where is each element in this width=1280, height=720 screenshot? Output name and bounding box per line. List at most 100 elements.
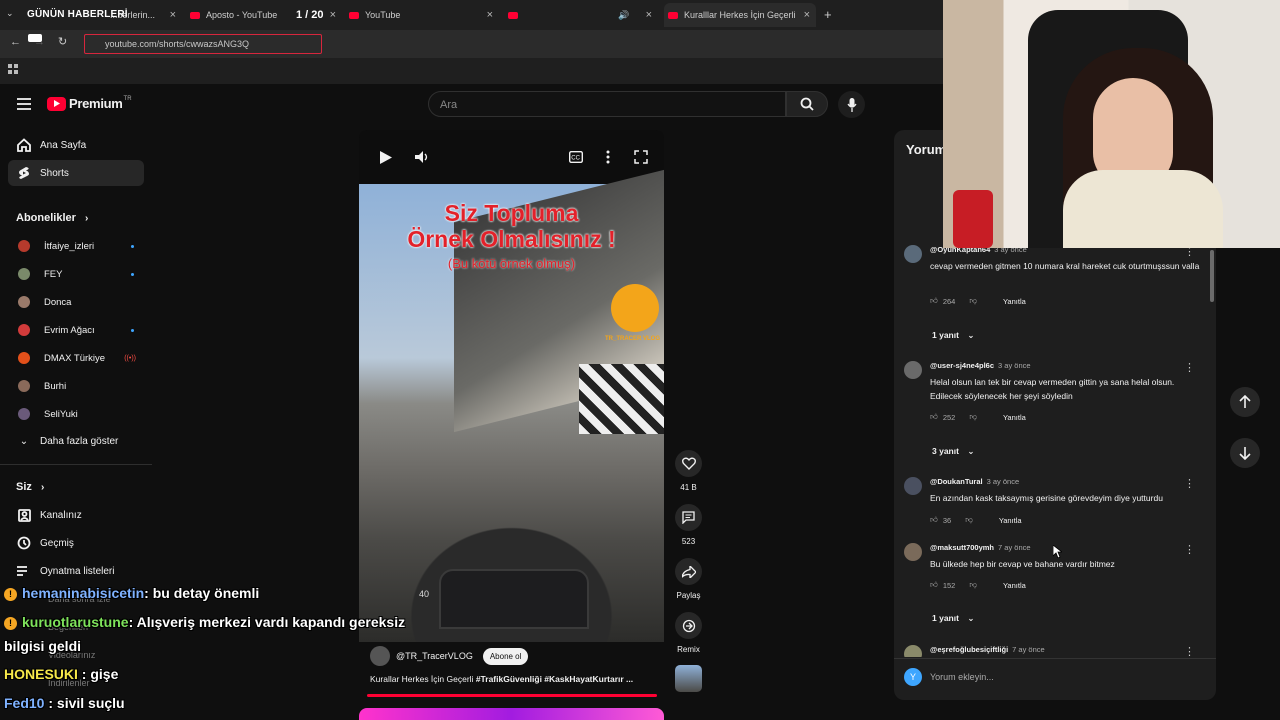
sidebar-item-your-channel[interactable]: Kanalınız bbox=[8, 502, 144, 528]
comments-title: Yorum bbox=[906, 142, 947, 157]
url-field[interactable]: youtube.com/shorts/cwwazsANG3Q bbox=[84, 34, 322, 54]
video-hashtags[interactable]: #TrafikGüvenliği #KaskHayatKurtarır ... bbox=[476, 674, 633, 684]
more-vert-icon[interactable]: ⋮ bbox=[1184, 477, 1195, 490]
search-button[interactable] bbox=[786, 91, 828, 117]
reply-button[interactable]: Yanıtla bbox=[1003, 297, 1026, 306]
close-icon[interactable]: × bbox=[487, 9, 493, 21]
more-vert-icon[interactable]: ⋮ bbox=[1184, 361, 1195, 374]
replies-toggle[interactable]: 1 yanıt ⌄ bbox=[932, 330, 974, 341]
thumb-up-icon[interactable]: 👍︎ bbox=[930, 296, 938, 306]
comment-author[interactable]: @DoukanTural 3 ay önce bbox=[930, 477, 1019, 486]
shorts-player[interactable]: CC 40 Siz Topluma Örnek Olmalısınız ! (B… bbox=[359, 130, 664, 642]
motorcycle-logo-icon bbox=[611, 284, 659, 332]
comment-author[interactable]: @eşrefoğlubesiçiftliği 7 ay önce bbox=[930, 645, 1045, 654]
comment-input[interactable]: Yorum ekleyin... bbox=[930, 672, 994, 682]
share-button[interactable] bbox=[675, 558, 702, 585]
comments-scrollbar[interactable] bbox=[1210, 250, 1214, 302]
video-progress-bar[interactable] bbox=[367, 694, 657, 697]
voice-search-button[interactable] bbox=[838, 91, 865, 118]
reply-button[interactable]: Yanıtla bbox=[1003, 413, 1026, 422]
youtube-favicon-icon bbox=[190, 11, 200, 19]
avatar[interactable] bbox=[904, 361, 922, 379]
close-icon[interactable]: × bbox=[170, 9, 176, 21]
apps-grid-icon[interactable] bbox=[8, 64, 18, 74]
sidebar-item-home[interactable]: Ana Sayfa bbox=[8, 132, 144, 158]
close-icon[interactable]: × bbox=[804, 9, 810, 21]
browser-tab-active[interactable]: Kuralllar Herkes İçin Geçerli #Tr... × bbox=[664, 3, 816, 27]
subscribe-button[interactable]: Abone ol bbox=[482, 647, 529, 665]
play-icon[interactable] bbox=[380, 151, 392, 164]
sound-thumbnail[interactable] bbox=[675, 665, 702, 692]
previous-short-button[interactable] bbox=[1230, 387, 1260, 417]
chevron-right-icon: › bbox=[84, 213, 89, 224]
avatar[interactable] bbox=[904, 245, 922, 263]
subscription-item[interactable]: SeliYuki bbox=[8, 401, 144, 427]
tab-list-chevron-icon[interactable]: ⌄ bbox=[6, 8, 14, 19]
you-heading[interactable]: Siz › bbox=[16, 481, 44, 493]
thumb-down-icon[interactable]: 👎︎ bbox=[969, 296, 977, 306]
avatar[interactable] bbox=[370, 646, 390, 666]
comment-author[interactable]: @user-sj4ne4pl6c 3 ay önce bbox=[930, 361, 1031, 370]
more-vert-icon[interactable]: ⋮ bbox=[1184, 645, 1195, 657]
thumb-up-icon[interactable]: 👍︎ bbox=[930, 580, 938, 590]
comment-time: 3 ay önce bbox=[998, 361, 1031, 370]
comments-button[interactable] bbox=[675, 504, 702, 531]
menu-icon[interactable] bbox=[17, 97, 31, 110]
logo-label: Premium bbox=[69, 96, 123, 111]
subscription-item[interactable]: FEY bbox=[8, 261, 144, 287]
reload-icon[interactable]: ↻ bbox=[58, 35, 67, 48]
video-title[interactable]: Kurallar Herkes İçin Geçerli #TrafikGüve… bbox=[370, 674, 655, 684]
subscription-label: İtfaiye_izleri bbox=[44, 240, 95, 252]
sidebar-item-history[interactable]: Geçmiş bbox=[8, 530, 144, 556]
thumb-up-icon[interactable]: 👍︎ bbox=[930, 515, 938, 525]
replies-toggle[interactable]: 1 yanıt ⌄ bbox=[932, 613, 974, 624]
youtube-premium-logo[interactable]: Premium TR bbox=[47, 96, 132, 111]
channel-name[interactable]: @TR_TracerVLOG bbox=[396, 651, 473, 661]
overlay-title-line1: Siz Topluma bbox=[444, 200, 579, 226]
like-count: 252 bbox=[942, 412, 956, 422]
new-tab-icon[interactable]: + bbox=[824, 7, 832, 22]
comment-text: Bu ülkede hep bir cevap ve bahane vardır… bbox=[930, 559, 1115, 569]
browser-tab[interactable]: 🔊 × bbox=[508, 4, 652, 26]
subscriptions-heading[interactable]: Abonelikler › bbox=[16, 212, 88, 224]
next-short-preview[interactable] bbox=[359, 708, 664, 720]
captions-icon[interactable]: CC bbox=[569, 151, 583, 163]
subscription-item[interactable]: Burhi bbox=[8, 373, 144, 399]
thumb-down-icon[interactable]: 👎︎ bbox=[969, 412, 977, 422]
chevron-down-icon: ⌄ bbox=[967, 330, 975, 340]
remix-button[interactable] bbox=[675, 612, 702, 639]
sidebar-item-shorts[interactable]: Shorts bbox=[8, 160, 144, 186]
browser-tab[interactable]: YouTube × bbox=[349, 4, 493, 26]
fullscreen-icon[interactable] bbox=[634, 150, 648, 164]
subscription-item[interactable]: DMAX Türkiye ((•)) bbox=[8, 345, 144, 371]
more-vert-icon[interactable] bbox=[606, 150, 610, 164]
show-more-button[interactable]: ⌄ Daha fazla göster bbox=[8, 428, 144, 454]
tab-label: Aposto - YouTube bbox=[206, 10, 278, 20]
comments-action: 523 bbox=[675, 504, 702, 546]
replies-toggle[interactable]: 3 yanıt ⌄ bbox=[932, 446, 974, 457]
like-button[interactable] bbox=[675, 450, 702, 477]
reply-button[interactable]: Yanıtla bbox=[1003, 581, 1026, 590]
search-input[interactable]: Ara bbox=[428, 91, 786, 117]
chevron-down-icon: ⌄ bbox=[967, 613, 975, 623]
chat-user: hemaninabisicetin bbox=[22, 585, 145, 601]
more-vert-icon[interactable]: ⋮ bbox=[1184, 543, 1195, 556]
avatar[interactable] bbox=[904, 477, 922, 495]
subscription-item[interactable]: İtfaiye_izleri bbox=[8, 233, 144, 259]
dashboard-image bbox=[439, 569, 589, 629]
avatar[interactable] bbox=[904, 543, 922, 561]
back-icon[interactable]: ← bbox=[10, 36, 21, 48]
thumb-up-icon[interactable]: 👍︎ bbox=[930, 412, 938, 422]
thumb-down-icon[interactable]: 👎︎ bbox=[969, 580, 977, 590]
next-short-button[interactable] bbox=[1230, 438, 1260, 468]
close-icon[interactable]: × bbox=[330, 9, 336, 21]
avatar[interactable] bbox=[904, 645, 922, 657]
close-icon[interactable]: × bbox=[646, 9, 652, 21]
reply-button[interactable]: Yanıtla bbox=[999, 516, 1022, 525]
thumb-down-icon[interactable]: 👎︎ bbox=[965, 515, 973, 525]
comment-author[interactable]: @maksutt700ymh 7 ay önce bbox=[930, 543, 1031, 552]
sidebar-item-playlists[interactable]: Oynatma listeleri bbox=[8, 558, 144, 584]
subscription-item[interactable]: Donca bbox=[8, 289, 144, 315]
subscription-item[interactable]: Evrim Ağacı bbox=[8, 317, 144, 343]
volume-icon[interactable] bbox=[415, 150, 429, 164]
